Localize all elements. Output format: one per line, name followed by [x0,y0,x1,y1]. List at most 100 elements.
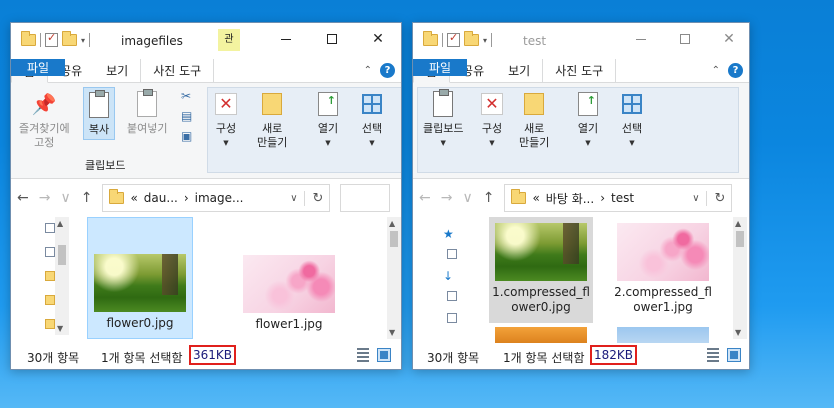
organize-button[interactable]: ✕ 구성 ▼ [477,87,507,152]
nav-folder-icon[interactable] [45,271,55,281]
file-item[interactable]: 1.compressed_fl ower0.jpg [489,217,593,323]
image-thumbnail [617,223,709,281]
refresh-icon[interactable]: ↻ [705,190,725,206]
cut-icon[interactable]: ✂ [181,89,192,103]
scroll-thumb[interactable] [58,245,66,265]
tab-file[interactable]: 파일 [413,59,468,76]
breadcrumb-overflow[interactable]: « [130,191,137,205]
copy-button[interactable]: 복사 [83,87,115,140]
minimize-button[interactable] [263,23,309,55]
item-count: 30개 항목 [427,351,480,365]
search-input[interactable] [340,184,391,212]
scroll-down-icon[interactable]: ▼ [389,328,395,337]
properties-icon[interactable] [447,31,460,47]
select-button[interactable]: 선택 ▼ [357,87,387,152]
breadcrumb-overflow[interactable]: « [532,191,539,205]
status-bar: 30개 항목 1개 항목 선택함 182KB [413,343,749,369]
new-folder-icon[interactable] [62,31,77,46]
back-arrow-icon[interactable]: ← [419,190,431,206]
new-button[interactable]: 새로 만들기 [517,87,551,152]
new-button[interactable]: 새로 만들기 [255,87,289,152]
tab-view[interactable]: 보기 [94,59,140,82]
new-label: 새로 만들기 [519,122,550,149]
breadcrumb-separator: › [600,191,605,205]
recent-locations-icon[interactable]: ∨ [60,190,70,206]
title-bar: ▾ test ✕ [413,23,749,59]
minimize-button[interactable] [619,23,663,55]
help-icon[interactable]: ? [380,63,395,78]
file-item[interactable]: flower1.jpg [235,217,343,339]
pin-label: 즐겨찾기에 고정 [19,122,70,149]
tab-picture-tools[interactable]: 사진 도구 [542,59,617,82]
scroll-down-icon[interactable]: ▼ [735,328,741,337]
details-view-icon[interactable] [707,348,719,362]
nav-item-icon[interactable] [45,223,55,233]
back-arrow-icon[interactable]: ← [17,190,29,206]
chevron-down-icon[interactable]: ▾ [483,36,487,45]
file-item[interactable]: flower0.jpg [87,217,193,339]
maximize-button[interactable] [663,23,707,55]
maximize-button[interactable] [309,23,355,55]
nav-item-icon[interactable] [447,291,457,301]
scroll-thumb[interactable] [390,231,398,247]
tab-file[interactable]: 파일 [11,59,66,76]
up-arrow-icon[interactable]: ↑ [81,190,93,206]
details-view-icon[interactable] [357,348,369,362]
nav-item-icon[interactable] [447,249,457,259]
new-folder-icon[interactable] [464,31,479,46]
collapse-ribbon-icon[interactable]: ⌃ [364,65,372,76]
close-button[interactable]: ✕ [355,23,401,55]
collapse-ribbon-icon[interactable]: ⌃ [712,65,720,76]
nav-folder-icon[interactable] [45,295,55,305]
organize-button[interactable]: ✕ 구성 ▼ [211,87,241,152]
tab-view[interactable]: 보기 [496,59,542,82]
nav-scrollbar[interactable]: ▲ ▼ [55,217,69,335]
up-arrow-icon[interactable]: ↑ [483,190,495,206]
clipboard-button[interactable]: 클립보드 ▼ [421,87,465,152]
scroll-thumb[interactable] [736,231,744,247]
copy-path-icon[interactable]: ▤ [181,109,192,123]
address-bar[interactable]: « 바탕 화... › test ∨ ↻ [504,184,733,212]
open-button[interactable]: 열기 ▼ [313,87,343,152]
forward-arrow-icon[interactable]: → [39,190,51,206]
recent-locations-icon[interactable]: ∨ [462,190,472,206]
breadcrumb-item[interactable]: dau... [144,191,178,205]
pin-to-quick-access-button[interactable]: 📌 즐겨찾기에 고정 [17,87,72,152]
large-icons-view-icon[interactable] [727,348,741,362]
scroll-up-icon[interactable]: ▲ [389,219,395,228]
downloads-icon[interactable]: ↓ [443,269,453,283]
forward-arrow-icon[interactable]: → [441,190,453,206]
paste-button[interactable]: 붙여넣기 [125,87,169,138]
nav-folder-icon[interactable] [45,319,55,329]
file-item[interactable]: 2.compressed_fl ower1.jpg [611,217,715,323]
select-button[interactable]: 선택 ▼ [617,87,647,152]
manage-tab-tag[interactable]: 관 [218,29,240,51]
large-icons-view-icon[interactable] [377,348,391,362]
help-icon[interactable]: ? [728,63,743,78]
scroll-up-icon[interactable]: ▲ [735,219,741,228]
close-button[interactable]: ✕ [707,23,749,55]
breadcrumb-item[interactable]: 바탕 화... [546,190,594,207]
quick-access-pin-icon[interactable]: ★ [443,227,454,241]
content-area: ★ ↓ 1.compressed_fl ower0.jpg 2.compress… [413,217,749,347]
paste-shortcut-icon[interactable]: ▣ [181,129,192,143]
breadcrumb-item[interactable]: image... [195,191,244,205]
nav-item-icon[interactable] [447,313,457,323]
content-scrollbar[interactable]: ▲ ▼ [733,217,747,339]
clipboard-group-label: 클립보드 [85,159,126,172]
breadcrumb-item[interactable]: test [611,191,634,205]
open-button[interactable]: 열기 ▼ [573,87,603,152]
tab-picture-tools[interactable]: 사진 도구 [140,59,215,82]
content-scrollbar[interactable]: ▲ ▼ [387,217,401,339]
nav-item-icon[interactable] [45,247,55,257]
address-dropdown-icon[interactable]: ∨ [290,193,297,204]
address-bar[interactable]: « dau... › image... ∨ ↻ [102,184,331,212]
refresh-icon[interactable]: ↻ [303,190,323,206]
open-label: 열기 [317,122,339,135]
chevron-down-icon[interactable]: ▾ [81,36,85,45]
scroll-down-icon[interactable]: ▼ [57,324,63,333]
address-dropdown-icon[interactable]: ∨ [692,193,699,204]
properties-icon[interactable] [45,31,58,47]
scroll-up-icon[interactable]: ▲ [57,219,63,228]
selection-size: 361KB [189,345,237,365]
